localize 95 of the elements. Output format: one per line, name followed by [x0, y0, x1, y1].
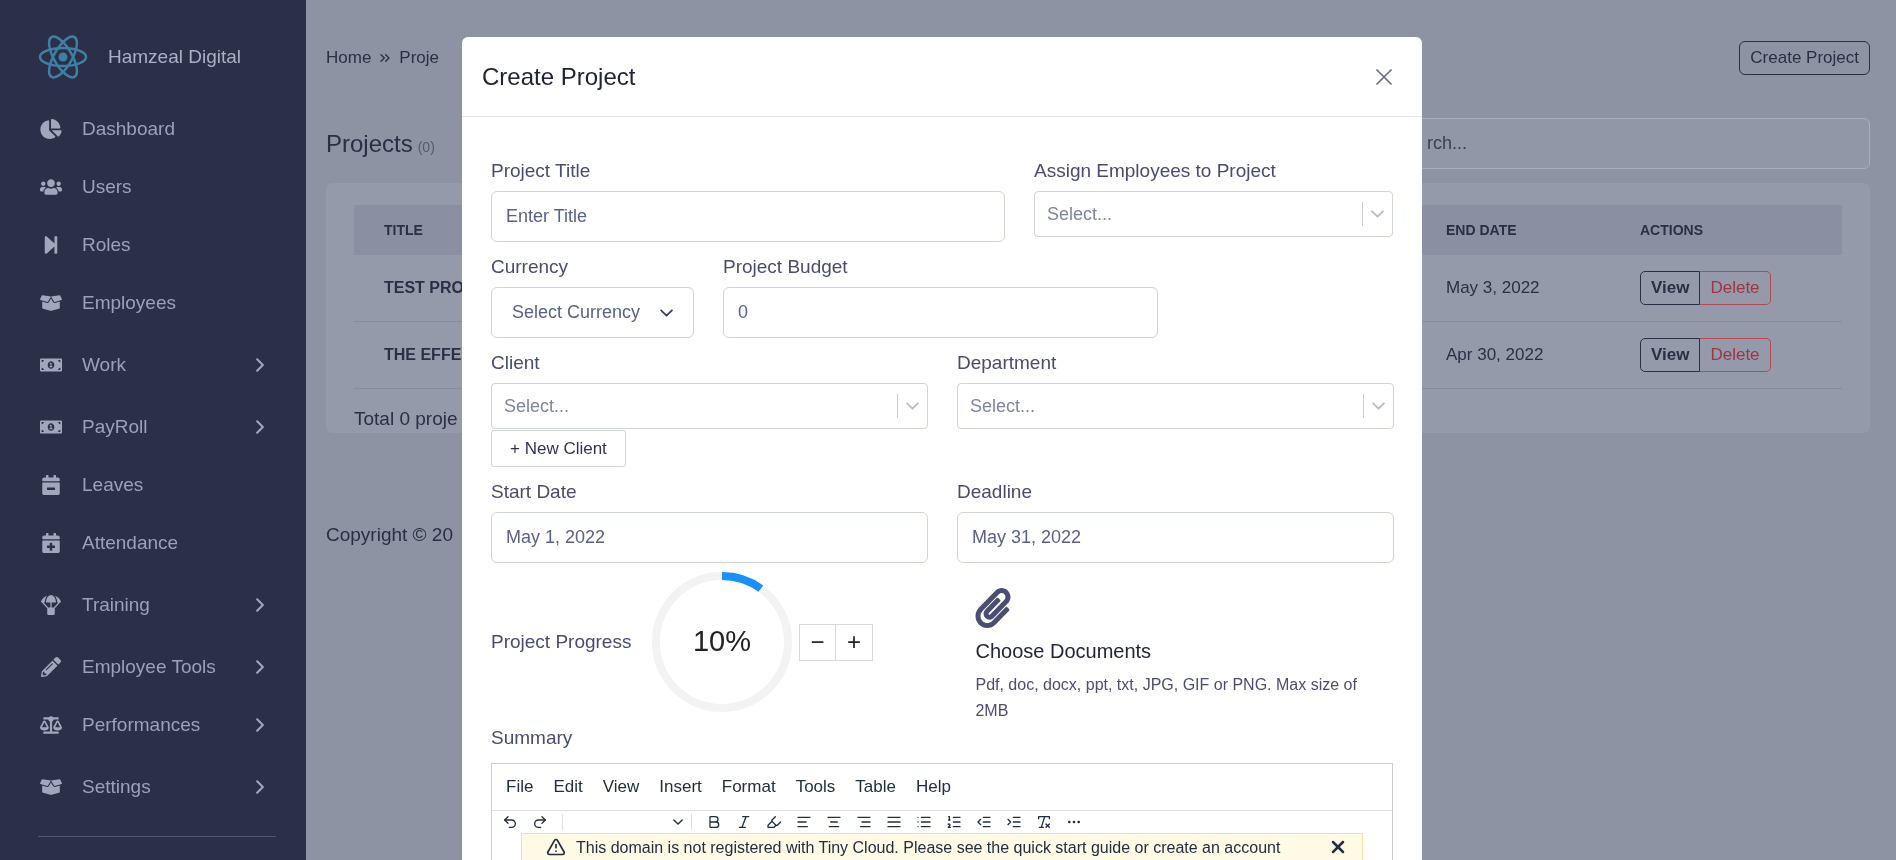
field-label: Assign Employees to Project	[1034, 159, 1277, 183]
sidebar-item[interactable]: Dashboard	[38, 100, 276, 158]
sidebar-item[interactable]: Employee Tools	[38, 638, 276, 696]
chevron-down-icon	[660, 308, 673, 317]
sidebar-item[interactable]: PayRoll	[38, 398, 276, 456]
box-icon	[40, 293, 62, 313]
select-field[interactable]: Select...	[1034, 191, 1393, 237]
editor-menu-item[interactable]: File	[506, 773, 534, 800]
users-icon	[40, 177, 62, 197]
chevron-down-icon	[1371, 210, 1384, 218]
field-label: Start Date	[491, 480, 578, 504]
copyright-text: Copyright © 20	[326, 523, 453, 547]
view-button[interactable]: View	[1640, 271, 1701, 305]
column-header: TITLE	[384, 220, 423, 240]
sidebar-item[interactable]: Employees	[38, 274, 276, 332]
sidebar-item[interactable]: Leaves	[38, 456, 276, 514]
select-field[interactable]: Select...	[957, 383, 1394, 429]
banknote-icon	[40, 355, 62, 375]
sidebar-item[interactable]: Performances	[38, 696, 276, 754]
text-field[interactable]: 0	[723, 287, 1158, 338]
chevron-right-icon	[256, 780, 264, 794]
chevron-right-icon	[256, 598, 264, 612]
field-label: Project Title	[491, 159, 592, 183]
new-client-button[interactable]: + New Client	[491, 430, 626, 467]
box-icon	[40, 777, 62, 797]
table-cell-text: TEST PRO	[384, 278, 464, 298]
editor-menu-item[interactable]: View	[602, 773, 640, 800]
create-project-button[interactable]: Create Project	[1739, 41, 1870, 75]
currency-dropdown[interactable]: Select Currency	[491, 287, 694, 338]
decrement-button[interactable]: −	[799, 623, 836, 661]
pie-chart-icon	[40, 119, 62, 139]
redo-icon[interactable]	[532, 813, 548, 830]
editor-menu-item[interactable]: Edit	[553, 773, 583, 800]
increment-button[interactable]: +	[836, 623, 873, 661]
field-label: Client	[491, 351, 541, 375]
field-label: Department	[957, 351, 1058, 375]
field-label: Project Budget	[723, 255, 849, 279]
chevron-down-icon	[673, 818, 683, 825]
paperclip-icon[interactable]	[975, 588, 1012, 628]
editor-menu-item[interactable]: Table	[855, 773, 896, 800]
page-title: Projects	[326, 128, 413, 159]
warning-message: This domain is not registered with Tiny Cloud. Please see the quick start guide or create an account	[576, 837, 1282, 858]
table-cell-text: May 3, 2022	[1446, 277, 1540, 300]
editor-menu-item[interactable]: Format	[721, 773, 776, 800]
editor-menu-item[interactable]: Insert	[659, 773, 702, 800]
banknote-icon	[40, 417, 62, 437]
text-field[interactable]: May 1, 2022	[491, 512, 928, 563]
project-count: (0)	[417, 137, 435, 157]
chevron-down-icon	[906, 402, 919, 410]
breadcrumb-link[interactable]: Home	[326, 45, 372, 71]
chevron-right-icon	[256, 718, 264, 732]
bold-icon[interactable]	[706, 813, 722, 830]
brand-name: Hamzeal Digital	[108, 44, 242, 69]
summary-label: Summary	[491, 726, 574, 750]
field-label: Currency	[491, 255, 570, 279]
progress-label: Project Progress	[491, 629, 633, 654]
documents-hint: Pdf, doc, docx, ppt, txt, JPG, GIF or PNG. Max size of 2MB	[975, 675, 1358, 721]
atom-logo-icon	[38, 34, 88, 80]
editor-menu-item[interactable]: Tools	[795, 773, 836, 800]
sidebar-item[interactable]: Users	[38, 158, 276, 216]
clear-format-icon[interactable]	[1036, 813, 1052, 830]
modal-title: Create Project	[482, 61, 636, 92]
chevron-right-icon	[256, 358, 264, 372]
sidebar-item[interactable]: Roles	[38, 216, 276, 274]
field-label: Deadline	[957, 480, 1033, 504]
breadcrumb-link[interactable]: Proje	[399, 45, 440, 71]
select-field[interactable]: Select...	[491, 383, 928, 429]
italic-icon[interactable]	[736, 813, 752, 830]
progress-percentage: 10%	[691, 624, 752, 660]
scales-icon	[40, 715, 62, 735]
sidebar-item[interactable]: Work	[38, 336, 276, 394]
view-button[interactable]: View	[1640, 338, 1701, 372]
column-header: ACTIONS	[1640, 220, 1703, 240]
sidebar-item[interactable]: Attendance	[38, 514, 276, 572]
sidebar-item[interactable]: Training	[38, 576, 276, 634]
calendar-plus-icon	[40, 533, 62, 553]
chevron-right-icon	[256, 420, 264, 434]
calendar-minus-icon	[40, 475, 62, 495]
chevron-down-icon	[1372, 402, 1385, 410]
choose-documents-title: Choose Documents	[975, 639, 1153, 664]
table-total: Total 0 proje	[354, 407, 458, 431]
undo-icon[interactable]	[502, 813, 518, 830]
sidebar-item[interactable]: Settings	[38, 758, 276, 816]
editor-menu-item[interactable]: Help	[915, 773, 951, 800]
table-cell-text: THE EFFE	[384, 345, 462, 365]
warning-icon	[546, 836, 566, 857]
parachute-icon	[40, 595, 62, 615]
column-header: END DATE	[1446, 220, 1517, 240]
pencil-icon	[40, 657, 62, 677]
text-field[interactable]: Enter Title	[491, 191, 1005, 242]
chevron-right-icon	[256, 660, 264, 674]
table-cell-text: Apr 30, 2022	[1446, 344, 1544, 367]
highlighter-icon[interactable]	[766, 813, 782, 830]
numbered-list-icon[interactable]	[946, 813, 962, 830]
text-field[interactable]: May 31, 2022	[957, 512, 1394, 563]
